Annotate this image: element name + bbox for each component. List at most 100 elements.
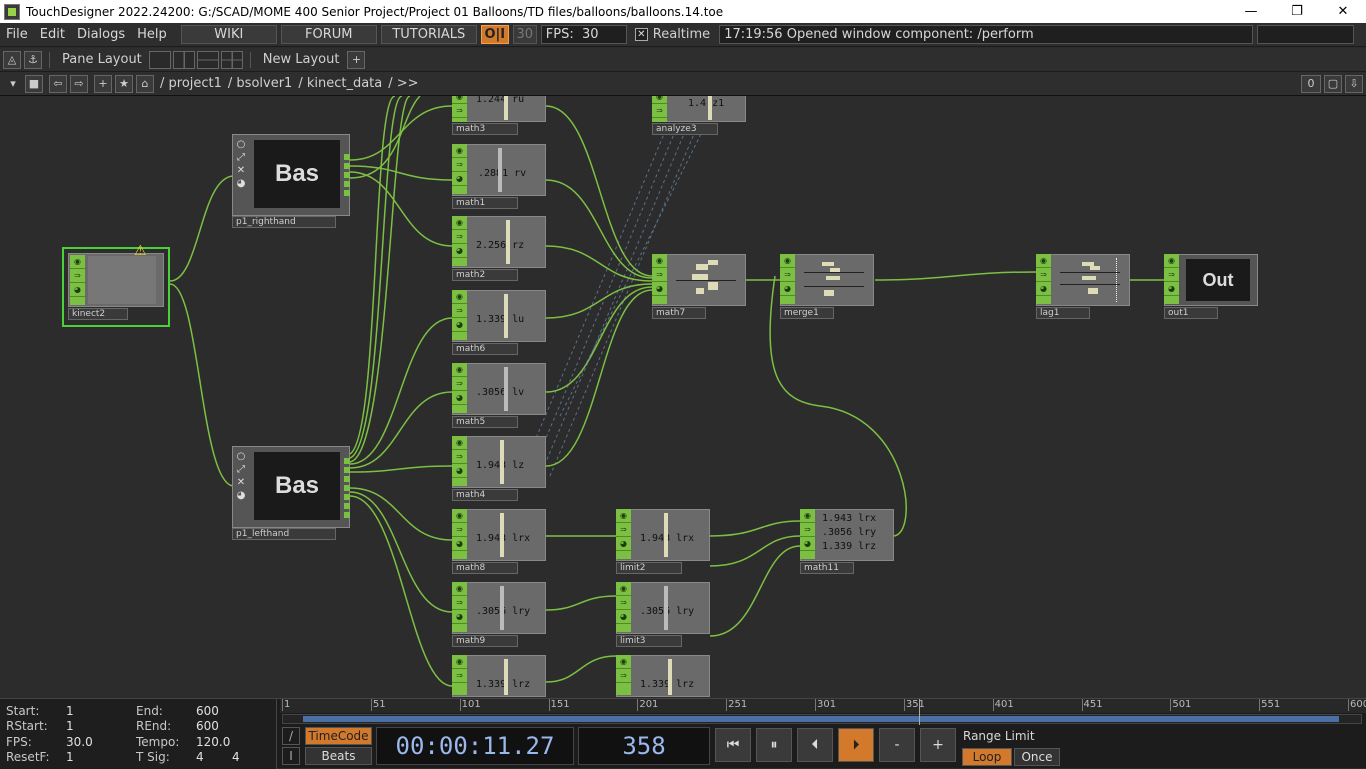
tempo-value[interactable]: 120.0 [196, 735, 230, 749]
breadcrumb-more[interactable]: / >> [388, 76, 418, 91]
node-name-kinect2[interactable]: kinect2 [68, 308, 128, 320]
range-scrollbar[interactable] [282, 714, 1362, 724]
playhead[interactable] [919, 699, 921, 725]
home-icon[interactable]: ⌂ [136, 74, 154, 93]
wiki-button[interactable]: WIKI [180, 25, 277, 44]
node-analyze3[interactable]: ◉ ⇒ 1.4 z1 analyze3 [652, 96, 748, 138]
start-value[interactable]: 1 [66, 704, 74, 718]
node-name-limit2[interactable]: limit2 [616, 562, 682, 574]
node-name-lag1[interactable]: lag1 [1036, 307, 1090, 319]
node-math9[interactable]: ◉ ⇒ ◕ .3056 lry math9 [452, 582, 548, 648]
menu-file[interactable]: File [0, 27, 34, 42]
star-icon[interactable]: ★ [115, 74, 133, 93]
to-start-button[interactable]: ⏮ [715, 728, 751, 762]
target-fps-field[interactable]: 30 [512, 25, 537, 44]
back-arrow-icon[interactable]: ⇦ [49, 74, 67, 93]
node-name-limit3[interactable]: limit3 [616, 635, 682, 647]
menu-edit[interactable]: Edit [34, 27, 71, 42]
range-fill[interactable] [303, 716, 1339, 722]
step-back-button[interactable]: ⏴ [797, 728, 833, 762]
perform-mode-toggle[interactable]: O|I [480, 25, 509, 44]
node-p1-righthand[interactable]: ○ ⤢ ✕ ◕ Bas p1_righthand [232, 134, 350, 230]
network-view-icon[interactable]: ◬ [3, 50, 21, 69]
node-name-math1[interactable]: math1 [452, 197, 518, 209]
stop-icon[interactable]: ■ [25, 74, 43, 93]
node-name-math4[interactable]: math4 [452, 489, 518, 501]
maximize-pane-icon[interactable]: ▢ [1324, 74, 1342, 93]
node-math1[interactable]: ◉ ⇒ ◕ .2881 rv math1 [452, 144, 548, 210]
timecode-button[interactable]: TimeCode [305, 727, 372, 745]
layout-split-vertical-button[interactable] [172, 50, 195, 69]
forum-button[interactable]: FORUM [280, 25, 377, 44]
step-minus-button[interactable]: - [879, 728, 915, 762]
once-button[interactable]: Once [1014, 748, 1060, 766]
node-math6[interactable]: ◉ ⇒ ◕ 1.339 lu math6 [452, 290, 548, 356]
node-merge1[interactable]: ◉ ⇒ ◕ merge1 [780, 254, 876, 320]
rstart-value[interactable]: 1 [66, 719, 74, 733]
resetf-value[interactable]: 1 [66, 750, 74, 764]
node-name-math9[interactable]: math9 [452, 635, 518, 647]
node-math4[interactable]: ◉ ⇒ ◕ 1.943 lz math4 [452, 436, 548, 502]
scroll-down-icon[interactable]: ⇩ [1345, 74, 1363, 93]
breadcrumb-kinect-data[interactable]: / kinect_data [298, 76, 382, 91]
node-math11[interactable]: ◉ ⇒ ◕ 1.943 lrx .3056 lry 1.339 lrz math11 [800, 509, 896, 575]
breadcrumb-project1[interactable]: / project1 [160, 76, 222, 91]
node-name-math7[interactable]: math7 [652, 307, 706, 319]
node-name-math6[interactable]: math6 [452, 343, 518, 355]
loop-button[interactable]: Loop [962, 748, 1012, 766]
chevron-down-icon[interactable]: ▾ [4, 75, 22, 93]
layout-split-horizontal-button[interactable] [196, 50, 219, 69]
node-math8[interactable]: ◉ ⇒ ◕ 1.943 lrx math8 [452, 509, 548, 575]
warning-icon[interactable]: ⚠ [134, 243, 147, 259]
add-icon[interactable]: + [94, 74, 112, 93]
layout-quad-button[interactable] [220, 50, 243, 69]
menu-dialogs[interactable]: Dialogs [71, 27, 131, 42]
restore-button[interactable]: ❐ [1274, 0, 1320, 23]
new-layout-button[interactable]: + [347, 50, 366, 69]
node-kinect2[interactable]: ◉ ⇒ ◕ ⚠ kinect2 [62, 243, 170, 327]
tsig-numerator[interactable]: 4 [196, 750, 204, 764]
forward-arrow-icon[interactable]: ⇨ [70, 74, 88, 93]
network-editor[interactable]: ◉ ⇒ ◕ ⚠ kinect2 ○ ⤢ ✕ ◕ Bas p1_righthand ○ ⤢ ✕ ◕… [0, 96, 1366, 698]
pause-button[interactable]: ⏸ [756, 728, 792, 762]
breadcrumb-bsolver1[interactable]: / bsolver1 [228, 76, 292, 91]
rend-value[interactable]: 600 [196, 719, 219, 733]
play-button[interactable]: ⏵ [838, 728, 874, 762]
node-name-p1-lefthand[interactable]: p1_lefthand [232, 528, 336, 540]
info-toggle[interactable]: I [282, 747, 300, 765]
node-lag1[interactable]: ◉ ⇒ ◕ lag1 [1036, 254, 1132, 320]
tsig-denominator[interactable]: 4 [232, 750, 240, 764]
node-name-math5[interactable]: math5 [452, 416, 518, 428]
realtime-checkbox[interactable]: ✕ [634, 28, 648, 41]
node-p1-lefthand[interactable]: ○ ⤢ ✕ ◕ Bas p1_lefthand [232, 446, 350, 542]
end-value[interactable]: 600 [196, 704, 219, 718]
node-name-merge1[interactable]: merge1 [780, 307, 834, 319]
node-math2[interactable]: ◉ ⇒ ◕ 2.256 rz math2 [452, 216, 548, 282]
timecode-display[interactable]: 00:00:11.27 [376, 727, 574, 765]
layout-single-button[interactable] [148, 50, 171, 69]
node-name-math8[interactable]: math8 [452, 562, 518, 574]
node-name-analyze3[interactable]: analyze3 [652, 123, 718, 135]
node-name-math2[interactable]: math2 [452, 269, 518, 281]
fps-value[interactable]: 30.0 [66, 735, 93, 749]
node-name-math3[interactable]: math3 [452, 123, 518, 135]
timeline-ruler[interactable]: 1 51 101 151 201 251 301 351 401 451 501 551 600 [280, 699, 1366, 713]
node-out1[interactable]: ◉ ⇒ ◕ Out out1 [1164, 254, 1260, 320]
tutorials-button[interactable]: TUTORIALS [380, 25, 477, 44]
node-math10[interactable]: ◉ ⇒ 1.339 lrz [452, 655, 548, 698]
beats-button[interactable]: Beats [305, 747, 372, 765]
node-name-p1-righthand[interactable]: p1_righthand [232, 216, 336, 228]
node-limit4[interactable]: ◉ ⇒ 1.339 lrz [616, 655, 712, 698]
node-name-math11[interactable]: math11 [800, 562, 854, 574]
node-math5[interactable]: ◉ ⇒ ◕ .3056 lv math5 [452, 363, 548, 429]
pane-type-icon[interactable]: ⚓ [24, 50, 42, 69]
slash-toggle[interactable]: / [282, 727, 300, 745]
minimize-button[interactable]: — [1228, 0, 1274, 23]
menu-help[interactable]: Help [131, 27, 173, 42]
frame-display[interactable]: 358 [578, 727, 710, 765]
node-math3[interactable]: ◉ ⇒ 1.244 ru math3 [452, 96, 548, 138]
step-plus-button[interactable]: + [920, 728, 956, 762]
node-limit2[interactable]: ◉ ⇒ ◕ 1.943 lrx limit2 [616, 509, 712, 575]
node-math7[interactable]: ◉ ⇒ ◕ math7 [652, 254, 748, 320]
node-limit3[interactable]: ◉ ⇒ ◕ .3056 lry limit3 [616, 582, 712, 648]
